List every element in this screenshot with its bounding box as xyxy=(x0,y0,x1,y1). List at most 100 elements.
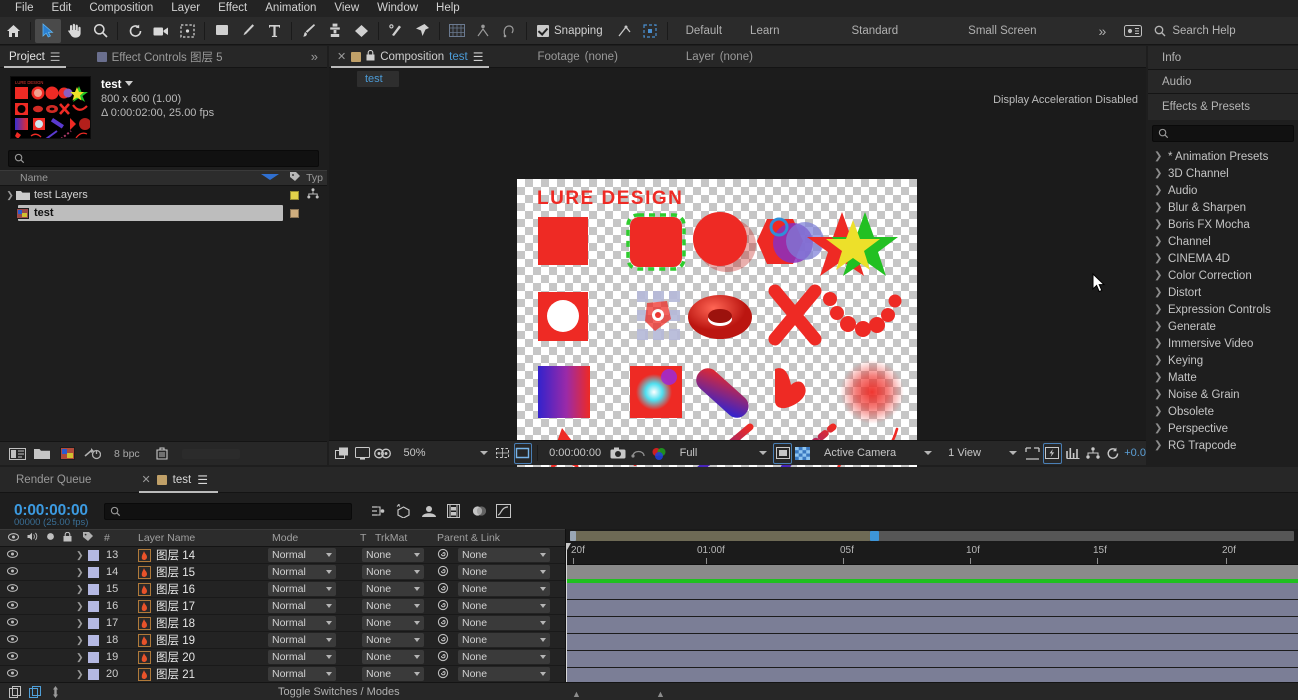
layer-name[interactable]: 图层 16 xyxy=(156,581,195,597)
snapping-checkbox[interactable] xyxy=(537,24,549,37)
hand-tool-icon[interactable] xyxy=(61,19,87,43)
layer-name[interactable]: 图层 21 xyxy=(156,666,195,682)
scroll-left-caret-icon[interactable]: ▲ xyxy=(572,689,581,699)
twirl-icon[interactable]: ❯ xyxy=(76,584,84,595)
layer-name[interactable]: 图层 19 xyxy=(156,632,195,648)
selection-tool-icon[interactable] xyxy=(35,18,61,43)
lock-icon[interactable] xyxy=(366,49,375,64)
clone-stamp-tool-icon[interactable] xyxy=(322,19,348,43)
project-row-swatch[interactable] xyxy=(290,208,299,218)
twirl-icon[interactable]: ❯ xyxy=(76,618,84,629)
layer-color-swatch[interactable] xyxy=(88,600,99,612)
menu-item-help[interactable]: Help xyxy=(427,0,469,17)
layer-mode-dropdown[interactable]: Normal xyxy=(268,565,336,579)
new-folder-icon[interactable] xyxy=(31,444,53,464)
eye-icon[interactable] xyxy=(7,668,18,680)
align-icon[interactable] xyxy=(470,19,496,43)
timeline-layer-track[interactable] xyxy=(566,634,1298,651)
layer-trkmat-dropdown[interactable]: None xyxy=(362,599,424,613)
workspace-default[interactable]: Default xyxy=(672,25,736,37)
eraser-tool-icon[interactable] xyxy=(348,19,374,43)
timeline-layer-track[interactable] xyxy=(566,651,1298,668)
layer-name[interactable]: 图层 18 xyxy=(156,615,195,631)
twirl-icon[interactable]: ❯ xyxy=(4,190,16,201)
view-layout-dropdown[interactable]: 1 View xyxy=(938,447,1021,459)
close-icon[interactable]: ✕ xyxy=(141,473,150,486)
tab-project[interactable]: Project ☰ xyxy=(0,46,70,68)
effect-category-noise-grain[interactable]: ❯ Noise & Grain xyxy=(1148,386,1298,403)
layer-name[interactable]: 图层 14 xyxy=(156,547,195,563)
parent-link-column[interactable]: Parent & Link xyxy=(437,532,500,544)
timeline-graph[interactable]: 20f 01:00f 05f 10f 15f 20f xyxy=(566,529,1298,682)
panel-menu-icon[interactable]: ☰ xyxy=(50,50,61,64)
hide-shy-layers-icon[interactable] xyxy=(420,502,438,520)
timeline-layer-track[interactable] xyxy=(566,617,1298,634)
search-help-field[interactable]: Search Help xyxy=(1154,25,1236,37)
panel-info[interactable]: Info xyxy=(1148,46,1298,70)
trkmat-column[interactable]: TrkMat xyxy=(375,532,407,544)
project-row-test[interactable]: test xyxy=(0,204,327,222)
menu-item-window[interactable]: Window xyxy=(368,0,427,17)
graph-editor-icon[interactable] xyxy=(495,502,513,520)
project-row-test-layers[interactable]: ❯ test Layers xyxy=(0,186,327,204)
eye-icon[interactable] xyxy=(7,617,18,629)
layer-parent-dropdown[interactable]: None xyxy=(458,548,550,562)
composition-artboard[interactable]: LURE DESIGN xyxy=(517,179,917,479)
eye-icon[interactable] xyxy=(8,532,19,544)
mode-column[interactable]: Mode xyxy=(272,532,298,544)
effect-category-rg-trapcode[interactable]: ❯ RG Trapcode xyxy=(1148,437,1298,454)
solo-icon[interactable] xyxy=(46,532,55,544)
timeline-ruler[interactable]: 20f 01:00f 05f 10f 15f 20f xyxy=(566,543,1298,565)
timeline-layer-track[interactable] xyxy=(566,668,1298,682)
sub-tab-test[interactable]: test xyxy=(357,71,399,87)
t-column[interactable]: T xyxy=(360,532,366,544)
effect-category-cinema-4d[interactable]: ❯ CINEMA 4D xyxy=(1148,250,1298,267)
effect-category-distort[interactable]: ❯ Distort xyxy=(1148,284,1298,301)
type-tool-icon[interactable] xyxy=(261,19,287,43)
layer-parent-dropdown[interactable]: None xyxy=(458,650,550,664)
eye-icon[interactable] xyxy=(7,634,18,646)
tab-render-queue[interactable]: Render Queue xyxy=(0,467,107,493)
layer-color-swatch[interactable] xyxy=(88,566,99,578)
toggle-mask-icon[interactable] xyxy=(773,442,792,464)
project-column-name[interactable]: Name xyxy=(20,172,48,184)
workspace-settings-icon[interactable] xyxy=(1120,19,1146,43)
workspace-small-screen[interactable]: Small Screen xyxy=(954,25,1050,37)
snapshot-icon[interactable] xyxy=(609,443,627,464)
menu-item-view[interactable]: View xyxy=(325,0,368,17)
effect-category-blur-sharpen[interactable]: ❯ Blur & Sharpen xyxy=(1148,199,1298,216)
label-column-icon[interactable] xyxy=(82,531,94,545)
effect-category-expression-controls[interactable]: ❯ Expression Controls xyxy=(1148,301,1298,318)
stereo-3d-icon[interactable] xyxy=(373,443,391,464)
timeline-layer-track[interactable] xyxy=(566,583,1298,600)
monitor-icon[interactable] xyxy=(353,443,371,464)
transform-box-icon[interactable] xyxy=(637,19,663,43)
parent-pickwhip-icon[interactable] xyxy=(437,565,449,580)
layer-mode-dropdown[interactable]: Normal xyxy=(268,599,336,613)
menu-item-animation[interactable]: Animation xyxy=(256,0,325,17)
twirl-icon[interactable]: ❯ xyxy=(76,669,84,680)
parent-pickwhip-icon[interactable] xyxy=(437,633,449,648)
snap-vertex-icon[interactable] xyxy=(611,19,637,43)
layer-index-column[interactable]: # xyxy=(104,532,110,544)
always-preview-icon[interactable] xyxy=(333,443,351,464)
layer-trkmat-dropdown[interactable]: None xyxy=(362,633,424,647)
table-row[interactable]: ❯ 19 图层 20 Normal None None xyxy=(0,649,565,666)
pixel-aspect-icon[interactable] xyxy=(1023,443,1041,464)
project-settings-icon[interactable] xyxy=(56,444,78,464)
tab-effect-controls[interactable]: Effect Controls 图层 5 xyxy=(88,46,232,68)
channels-icon[interactable] xyxy=(649,443,667,464)
tab-layer[interactable]: Layer (none) xyxy=(678,46,761,68)
workspace-overflow-button[interactable]: » xyxy=(1085,23,1121,39)
timeline-navigator-range[interactable] xyxy=(570,531,871,541)
audio-icon[interactable] xyxy=(27,532,38,544)
exposure-value[interactable]: +0.0 xyxy=(1124,447,1146,459)
menu-item-effect[interactable]: Effect xyxy=(209,0,256,17)
transparency-grid-icon[interactable] xyxy=(794,443,812,464)
layer-trkmat-dropdown[interactable]: None xyxy=(362,548,424,562)
tab-footage[interactable]: Footage (none) xyxy=(529,46,625,68)
parent-pickwhip-icon[interactable] xyxy=(437,650,449,665)
layer-switches-icon[interactable] xyxy=(48,685,62,699)
effect-category-perspective[interactable]: ❯ Perspective xyxy=(1148,420,1298,437)
effect-category-immersive-video[interactable]: ❯ Immersive Video xyxy=(1148,335,1298,352)
